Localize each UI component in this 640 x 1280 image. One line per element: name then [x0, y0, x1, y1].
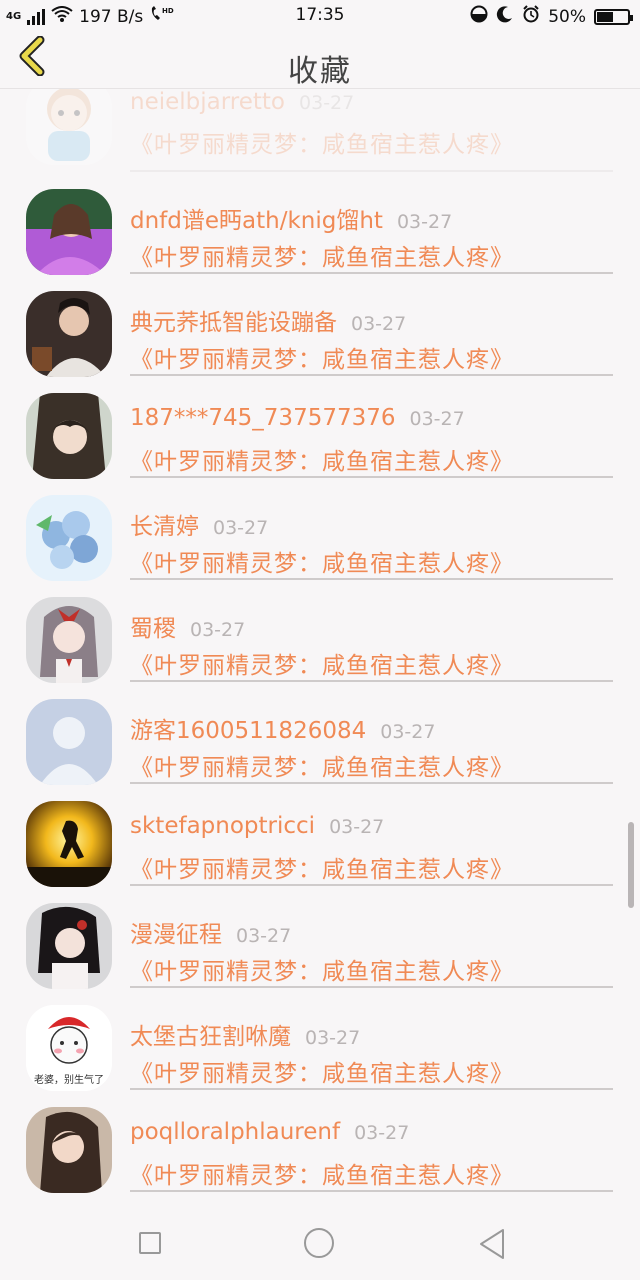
- item-date: 03-27: [354, 1122, 410, 1144]
- book-title[interactable]: 《叶罗丽精灵梦：咸鱼宿主惹人疼》: [130, 238, 514, 272]
- divider: [130, 476, 613, 478]
- book-title[interactable]: 《叶罗丽精灵梦：咸鱼宿主惹人疼》: [130, 1054, 514, 1088]
- item-date: 03-27: [299, 92, 355, 114]
- avatar: 老婆，别生气了: [26, 1005, 112, 1091]
- avatar-sticker-text: 老婆，别生气了: [34, 1075, 104, 1086]
- avatar: [26, 1107, 112, 1193]
- book-title[interactable]: 《叶罗丽精灵梦：咸鱼宿主惹人疼》: [130, 442, 514, 476]
- book-title[interactable]: 《叶罗丽精灵梦：咸鱼宿主惹人疼》: [130, 544, 514, 578]
- battery-percent: 50%: [548, 6, 586, 27]
- item-date: 03-27: [305, 1027, 361, 1049]
- scrollbar[interactable]: [628, 822, 634, 908]
- book-title[interactable]: 《叶罗丽精灵梦：咸鱼宿主惹人疼》: [130, 646, 514, 680]
- divider: [130, 578, 613, 580]
- book-title[interactable]: 《叶罗丽精灵梦：咸鱼宿主惹人疼》: [130, 952, 514, 986]
- list-item[interactable]: neielbjarretto 03-27 《叶罗丽精灵梦：咸鱼宿主惹人疼》: [0, 89, 640, 181]
- item-date: 03-27: [236, 925, 292, 947]
- avatar: [26, 699, 112, 785]
- user-name: 太堡古狂割咻魔 03-27: [130, 1024, 361, 1050]
- list-item[interactable]: poqlloralphlaurenf 03-27 《叶罗丽精灵梦：咸鱼宿主惹人疼》: [0, 1099, 640, 1199]
- avatar: [26, 495, 112, 581]
- list-item[interactable]: 187***745_737577376 03-27 《叶罗丽精灵梦：咸鱼宿主惹人疼…: [0, 385, 640, 487]
- list-item[interactable]: 长清婷 03-27 《叶罗丽精灵梦：咸鱼宿主惹人疼》: [0, 487, 640, 589]
- user-name: 漫漫征程 03-27: [130, 922, 292, 948]
- book-title[interactable]: 《叶罗丽精灵梦：咸鱼宿主惹人疼》: [130, 850, 514, 884]
- system-nav-bar: [0, 1200, 640, 1280]
- avatar: [26, 291, 112, 377]
- favorites-list: neielbjarretto 03-27 《叶罗丽精灵梦：咸鱼宿主惹人疼》 dnf…: [0, 89, 640, 1199]
- book-title[interactable]: 《叶罗丽精灵梦：咸鱼宿主惹人疼》: [130, 1156, 514, 1190]
- avatar: [26, 903, 112, 989]
- item-date: 03-27: [409, 408, 465, 430]
- home-icon[interactable]: [304, 1228, 334, 1258]
- item-date: 03-27: [213, 517, 269, 539]
- book-title[interactable]: 《叶罗丽精灵梦：咸鱼宿主惹人疼》: [130, 340, 514, 374]
- avatar: [26, 801, 112, 887]
- recent-apps-icon[interactable]: [139, 1232, 161, 1254]
- avatar: [26, 597, 112, 683]
- eye-comfort-icon: [470, 5, 488, 28]
- moon-icon: [496, 5, 514, 28]
- user-name: dnfd谱e眄ath/knig馏ht 03-27: [130, 208, 453, 234]
- item-date: 03-27: [190, 619, 246, 641]
- book-title[interactable]: 《叶罗丽精灵梦：咸鱼宿主惹人疼》: [130, 125, 514, 159]
- list-item[interactable]: sktefapnoptricci 03-27 《叶罗丽精灵梦：咸鱼宿主惹人疼》: [0, 793, 640, 895]
- user-name: 游客1600511826084 03-27: [130, 718, 436, 744]
- alarm-icon: [522, 5, 540, 28]
- user-name: neielbjarretto 03-27: [130, 89, 355, 115]
- list-item[interactable]: 老婆，别生气了 太堡古狂割咻魔 03-27 《叶罗丽精灵梦：咸鱼宿主惹人疼》: [0, 997, 640, 1099]
- item-date: 03-27: [329, 816, 385, 838]
- nav-back-icon[interactable]: [478, 1228, 506, 1264]
- item-date: 03-27: [396, 211, 453, 233]
- page-title: 收藏: [288, 54, 352, 89]
- divider: [130, 170, 613, 172]
- user-name: 187***745_737577376 03-27: [130, 405, 465, 431]
- avatar: [26, 393, 112, 479]
- app-header: 收藏: [0, 32, 640, 89]
- book-title[interactable]: 《叶罗丽精灵梦：咸鱼宿主惹人疼》: [130, 748, 514, 782]
- divider: [130, 1190, 613, 1192]
- divider: [130, 986, 613, 988]
- divider: [130, 374, 613, 376]
- avatar: [26, 189, 112, 275]
- divider: [130, 1088, 613, 1090]
- user-name: poqlloralphlaurenf 03-27: [130, 1119, 410, 1145]
- list-item[interactable]: 漫漫征程 03-27 《叶罗丽精灵梦：咸鱼宿主惹人疼》: [0, 895, 640, 997]
- status-bar: 4G 197 B/s HD 17:35 50%: [0, 0, 640, 32]
- list-item[interactable]: dnfd谱e眄ath/knig馏ht 03-27 《叶罗丽精灵梦：咸鱼宿主惹人疼》: [0, 181, 640, 283]
- item-date: 03-27: [351, 313, 407, 335]
- avatar: [26, 89, 112, 165]
- user-name: 长清婷 03-27: [130, 514, 269, 540]
- user-name: 典元荞抵智能设蹦备 03-27: [130, 310, 407, 336]
- battery-icon: [594, 8, 633, 25]
- divider: [130, 884, 613, 886]
- divider: [130, 782, 613, 784]
- list-item[interactable]: 蜀稷 03-27 《叶罗丽精灵梦：咸鱼宿主惹人疼》: [0, 589, 640, 691]
- divider: [130, 680, 613, 682]
- list-item[interactable]: 游客1600511826084 03-27 《叶罗丽精灵梦：咸鱼宿主惹人疼》: [0, 691, 640, 793]
- divider: [130, 272, 613, 274]
- user-name: sktefapnoptricci 03-27: [130, 813, 385, 839]
- item-date: 03-27: [380, 721, 436, 743]
- user-name: 蜀稷 03-27: [130, 616, 246, 642]
- list-item[interactable]: 典元荞抵智能设蹦备 03-27 《叶罗丽精灵梦：咸鱼宿主惹人疼》: [0, 283, 640, 385]
